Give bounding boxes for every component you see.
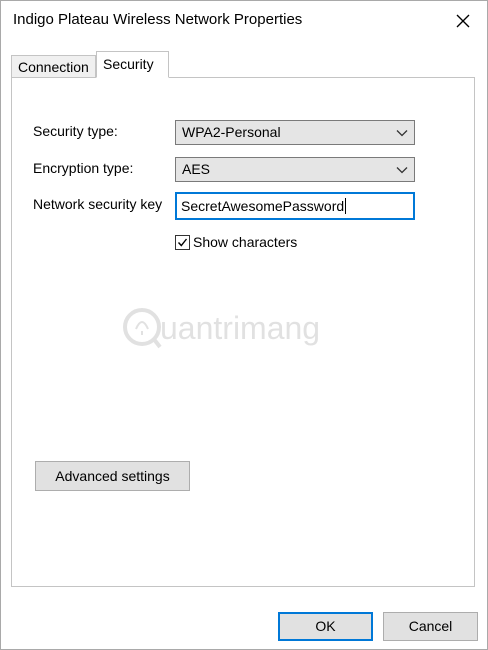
security-type-label: Security type: [33,123,118,139]
quantrimang-logo [123,308,162,349]
advanced-settings-button[interactable]: Advanced settings [35,461,190,491]
title-bar[interactable]: Indigo Plateau Wireless Network Properti… [1,1,487,45]
security-type-value: WPA2-Personal [182,124,281,140]
show-characters-label: Show characters [193,234,298,250]
network-key-label: Network security key [33,196,163,212]
dialog-window: Indigo Plateau Wireless Network Properti… [0,0,488,650]
chevron-down-icon [396,130,408,137]
network-key-value: SecretAwesomePassword [181,198,345,214]
window-title: Indigo Plateau Wireless Network Properti… [13,11,303,28]
close-button[interactable] [451,9,475,33]
close-icon [456,14,470,28]
tab-security[interactable]: Security [96,51,169,78]
cancel-button[interactable]: Cancel [383,612,478,641]
ok-button[interactable]: OK [278,612,373,641]
security-type-dropdown[interactable]: WPA2-Personal [175,120,415,145]
encryption-type-dropdown[interactable]: AES [175,157,415,182]
watermark: uantrimang [120,305,360,353]
watermark-text: uantrimang [160,310,321,346]
chevron-down-icon [396,167,408,174]
encryption-type-label: Encryption type: [33,160,134,176]
tab-connection[interactable]: Connection [11,55,96,77]
tab-strip: Connection Security [11,51,477,78]
text-caret [345,198,347,214]
show-characters-checkbox[interactable] [175,235,190,250]
checkmark-icon [177,238,188,247]
network-key-input[interactable]: SecretAwesomePassword [175,192,415,220]
encryption-type-value: AES [182,161,211,177]
security-tab-panel: Security type: WPA2-Personal Encryption … [11,77,475,587]
